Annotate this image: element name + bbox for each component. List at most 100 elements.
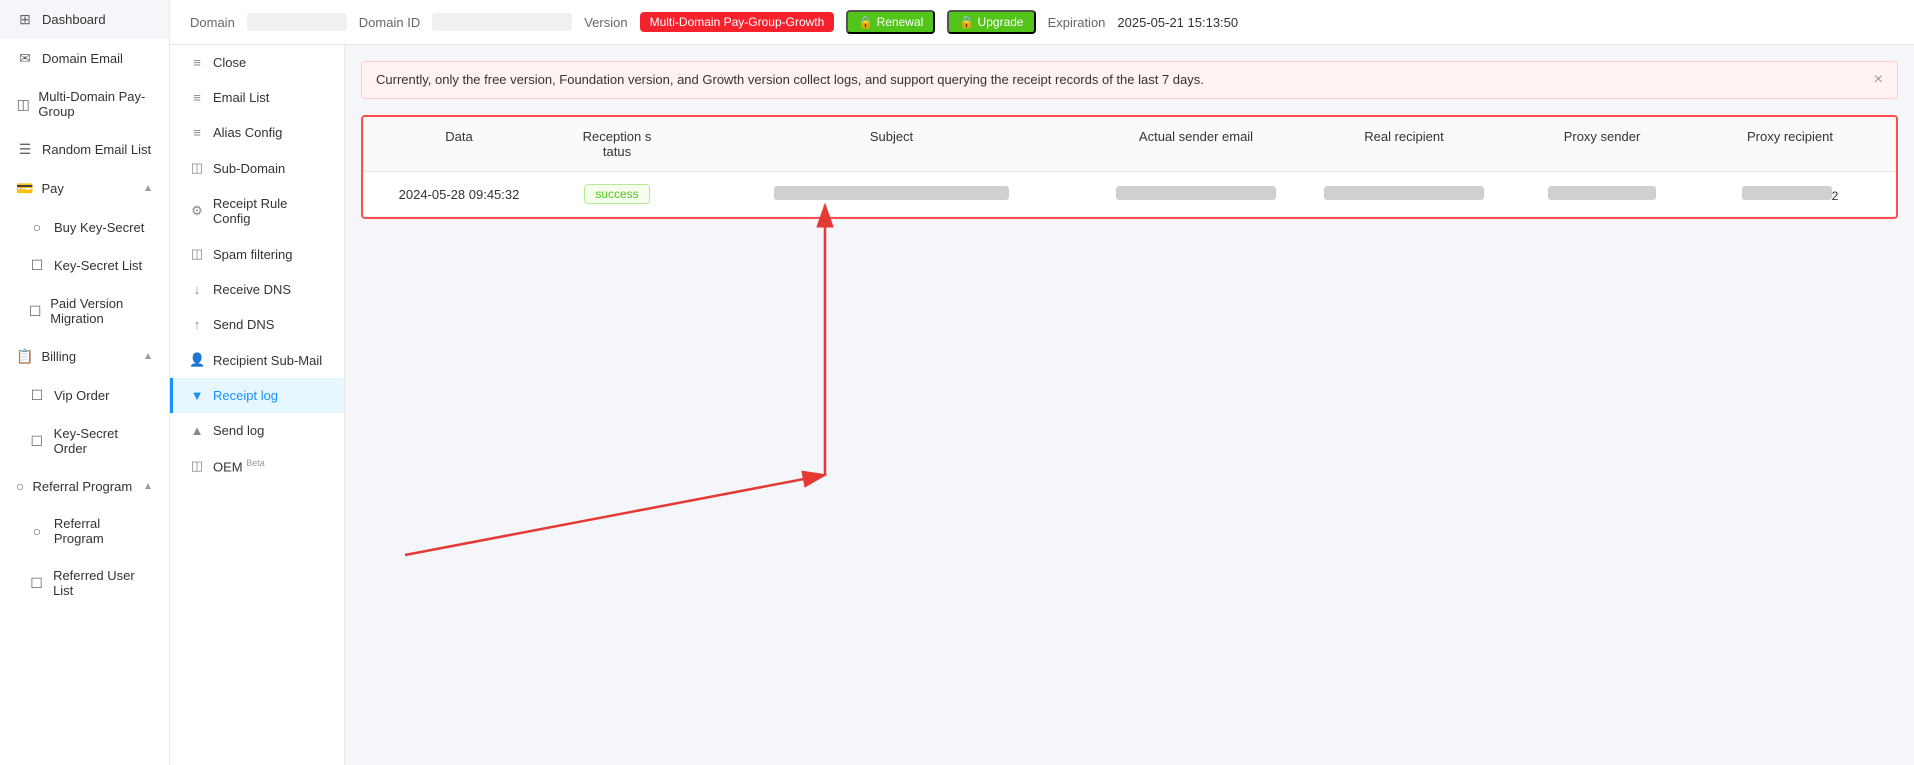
submenu-item-receipt-log[interactable]: ▼ Receipt log [170,378,344,413]
sidebar-group-label: Referral Program [32,479,132,494]
sidebar-item-multi-domain[interactable]: ◫ Multi-Domain Pay-Group [0,78,169,130]
actual-sender-blurred [1116,186,1276,200]
sidebar-item-vip-order[interactable]: ☐ Vip Order [0,376,169,415]
submenu-label: Receipt Rule Config [213,196,328,226]
sidebar-item-label: Dashboard [42,12,106,27]
sidebar-group-referral[interactable]: ○ Referral Program ▲ [0,467,169,505]
sidebar-item-label: Key-Secret List [54,258,142,273]
submenu-item-receive-dns[interactable]: ↓ Receive DNS [170,272,344,307]
upgrade-button[interactable]: 🔒 Upgrade [947,10,1035,34]
col-subject: Subject [695,129,1088,159]
cell-actual-sender [1096,186,1296,203]
sidebar-item-paid-migration[interactable]: ☐ Paid Version Migration [0,285,169,337]
send-log-icon: ▲ [189,423,205,438]
key-list-icon: ☐ [28,257,46,274]
submenu-label: Recipient Sub-Mail [213,353,322,368]
submenu-label: OEM Beta [213,458,265,474]
col-proxy-recipient: Proxy recipient [1700,129,1880,159]
vip-order-icon: ☐ [28,387,46,404]
submenu-label: Alias Config [213,125,282,140]
submenu-item-send-dns[interactable]: ↑ Send DNS [170,307,344,342]
referral-submenu: ○ Referral Program ☐ Referred User List [0,505,169,609]
sidebar-group-label: Pay [41,181,63,196]
content-area: ≡ Close ≡ Email List ≡ Alias Config ◫ Su… [170,45,1914,765]
billing-icon: 📋 [16,348,33,365]
submenu-item-alias-config[interactable]: ≡ Alias Config [170,115,344,150]
proxy-recipient-blurred [1742,186,1832,200]
sidebar-item-referred-user[interactable]: ☐ Referred User List [0,557,169,609]
pay-submenu: ○ Buy Key-Secret ☐ Key-Secret List ☐ Pai… [0,208,169,337]
col-actual-sender: Actual sender email [1096,129,1296,159]
sidebar-item-label: Multi-Domain Pay-Group [38,89,153,119]
submenu-item-spam-filter[interactable]: ◫ Spam filtering [170,236,344,272]
alert-banner: Currently, only the free version, Founda… [361,61,1898,99]
submenu-label: Spam filtering [213,247,292,262]
real-recipient-blurred [1324,186,1484,200]
sidebar-item-buy-key[interactable]: ○ Buy Key-Secret [0,208,169,246]
domain-id-value [432,13,572,31]
expiration-label: Expiration [1048,15,1106,30]
sidebar-item-domain-email[interactable]: ✉ Domain Email [0,39,169,78]
domain-value [247,13,347,31]
referral-program-icon: ○ [28,523,46,539]
billing-chevron-icon: ▲ [143,351,153,362]
sidebar-item-random-email[interactable]: ☰ Random Email List [0,130,169,169]
sidebar-item-label: Key-Secret Order [54,426,153,456]
receipt-rule-icon: ⚙ [189,203,205,219]
alert-close-button[interactable]: × [1874,72,1883,88]
submenu-item-close[interactable]: ≡ Close [170,45,344,80]
cell-proxy-sender [1512,186,1692,203]
sidebar-item-key-list[interactable]: ☐ Key-Secret List [0,246,169,285]
sidebar-item-label: Vip Order [54,388,109,403]
sidebar-item-label: Referral Program [54,516,153,546]
sidebar-group-label: Billing [41,349,76,364]
sidebar-item-label: Random Email List [42,142,151,157]
version-badge: Multi-Domain Pay-Group-Growth [640,12,835,32]
domain-email-icon: ✉ [16,50,34,67]
submenu-item-receipt-rule[interactable]: ⚙ Receipt Rule Config [170,186,344,236]
sidebar-item-key-order[interactable]: ☐ Key-Secret Order [0,415,169,467]
cell-real-recipient [1304,186,1504,203]
cell-proxy-recipient: 2 [1700,186,1880,203]
submenu-label: Receipt log [213,388,278,403]
send-dns-icon: ↑ [189,317,205,332]
proxy-sender-blurred [1548,186,1656,200]
sidebar-item-label: Paid Version Migration [50,296,153,326]
sub-domain-icon: ◫ [189,160,205,176]
status-badge: success [584,184,649,204]
sidebar-item-dashboard[interactable]: ⊞ Dashboard [0,0,169,39]
submenu-item-oem[interactable]: ◫ OEM Beta [170,448,344,484]
close-menu-icon: ≡ [189,55,205,70]
cell-status: success [547,184,687,204]
sidebar-item-label: Buy Key-Secret [54,220,144,235]
sidebar-item-label: Referred User List [53,568,153,598]
submenu-label: Send DNS [213,317,274,332]
topbar: Domain Domain ID Version Multi-Domain Pa… [170,0,1914,45]
col-data: Data [379,129,539,159]
pay-chevron-icon: ▲ [143,183,153,194]
oem-icon: ◫ [189,458,205,474]
page-body: Currently, only the free version, Founda… [345,45,1914,765]
paid-migration-icon: ☐ [28,303,42,320]
submenu-label: Close [213,55,246,70]
cell-subject [695,186,1088,203]
submenu-item-sub-domain[interactable]: ◫ Sub-Domain [170,150,344,186]
domain-id-label: Domain ID [359,15,420,30]
submenu-item-email-list[interactable]: ≡ Email List [170,80,344,115]
spam-filter-icon: ◫ [189,246,205,262]
buy-key-icon: ○ [28,219,46,235]
sidebar-item-label: Domain Email [42,51,123,66]
renewal-button[interactable]: 🔒 Renewal [846,10,935,34]
col-proxy-sender: Proxy sender [1512,129,1692,159]
email-list-icon: ≡ [189,90,205,105]
submenu-label: Sub-Domain [213,161,285,176]
sidebar-group-billing[interactable]: 📋 Billing ▲ [0,337,169,376]
submenu-item-recipient-sub[interactable]: 👤 Recipient Sub-Mail [170,342,344,378]
submenu-item-send-log[interactable]: ▲ Send log [170,413,344,448]
submenu: ≡ Close ≡ Email List ≡ Alias Config ◫ Su… [170,45,345,765]
receipt-log-icon: ▼ [189,388,205,403]
sidebar-item-referral-program[interactable]: ○ Referral Program [0,505,169,557]
submenu-label: Send log [213,423,264,438]
cell-date: 2024-05-28 09:45:32 [379,187,539,202]
sidebar-group-pay[interactable]: 💳 Pay ▲ [0,169,169,208]
